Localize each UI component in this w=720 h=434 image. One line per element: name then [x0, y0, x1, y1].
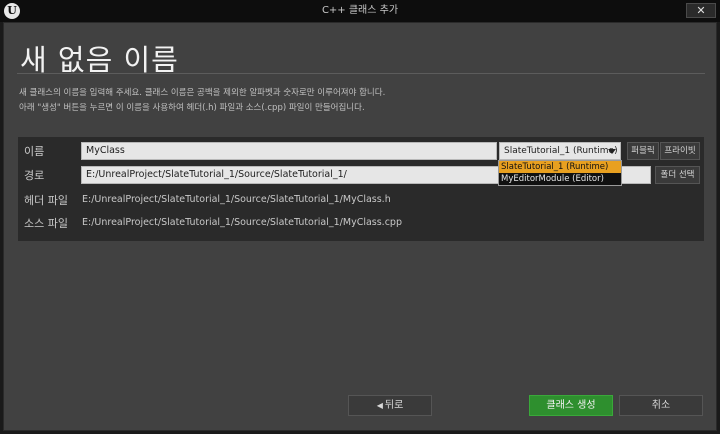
name-label: 이름 [24, 145, 45, 158]
dialog-panel: 새 없음 이름 새 클래스의 이름을 입력해 주세요. 클래스 이름은 공백을 … [3, 22, 717, 431]
back-button-label: 뒤로 [384, 400, 404, 411]
cancel-button[interactable]: 취소 [619, 395, 703, 416]
module-option-runtime[interactable]: SlateTutorial_1 (Runtime) [499, 161, 621, 173]
title-divider [17, 73, 705, 74]
module-option-editor[interactable]: MyEditorModule (Editor) [499, 173, 621, 185]
public-button[interactable]: 퍼블릭 [627, 142, 659, 160]
source-file-label: 소스 파일 [24, 217, 68, 230]
window-title: C++ 클래스 추가 [321, 5, 399, 16]
choose-folder-button[interactable]: 폴더 선택 [655, 166, 700, 184]
module-dropdown-list: SlateTutorial_1 (Runtime) MyEditorModule… [498, 160, 622, 186]
path-label: 경로 [24, 169, 45, 182]
description-line-1: 새 클래스의 이름을 입력해 주세요. 클래스 이름은 공백을 제외한 알파벳과… [19, 88, 386, 98]
module-dropdown-value: SlateTutorial_1 (Runtime) [504, 146, 618, 156]
back-button[interactable]: ◀ 뒤로 [348, 395, 432, 416]
window-titlebar: U C++ 클래스 추가 ✕ [0, 0, 720, 22]
source-file-path: E:/UnrealProject/SlateTutorial_1/Source/… [82, 217, 402, 228]
description-line-2: 아래 "생성" 버튼을 누르면 이 이름을 사용하여 헤더(.h) 파일과 소스… [19, 103, 365, 113]
class-name-input[interactable]: MyClass [81, 142, 497, 160]
private-button[interactable]: 프라이빗 [660, 142, 700, 160]
module-dropdown[interactable]: SlateTutorial_1 (Runtime) [499, 142, 621, 160]
chevron-down-icon [608, 149, 616, 154]
class-form: 이름 MyClass SlateTutorial_1 (Runtime) 퍼블릭… [18, 137, 704, 241]
back-arrow-icon: ◀ [376, 401, 383, 410]
close-button[interactable]: ✕ [686, 3, 716, 18]
create-class-button[interactable]: 클래스 생성 [529, 395, 613, 416]
header-file-path: E:/UnrealProject/SlateTutorial_1/Source/… [82, 194, 391, 205]
header-file-label: 헤더 파일 [24, 194, 68, 207]
